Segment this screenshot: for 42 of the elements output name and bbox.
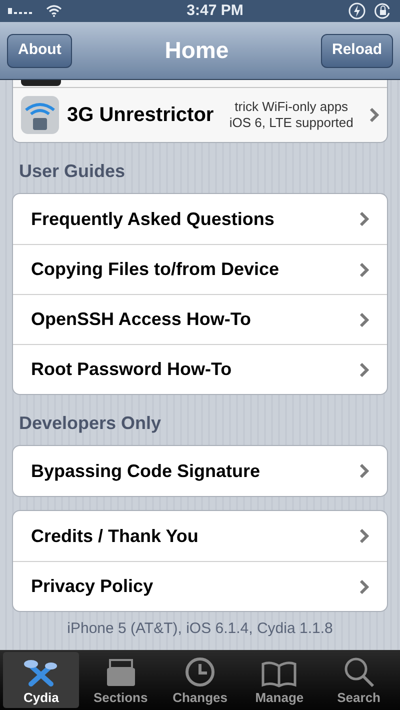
page-title: Home (164, 36, 229, 66)
chevron-icon (369, 108, 379, 122)
cydia-logo-icon (23, 658, 60, 688)
chevron-icon (359, 580, 369, 594)
wifi-icon (46, 5, 62, 17)
app-name: 3G Unrestrictor (67, 103, 214, 128)
chevron-icon (359, 262, 369, 276)
app-icon (21, 80, 61, 86)
tab[interactable]: Changes (162, 652, 238, 708)
list-item[interactable]: Root Password How-To (13, 344, 387, 394)
device-info: iPhone 5 (AT&T), iOS 6.1.4, Cydia 1.1.8 (66, 619, 334, 639)
chevron-icon (359, 312, 369, 326)
list-item[interactable]: Credits / Thank You (13, 511, 387, 561)
reload-button[interactable]: Reload (320, 34, 393, 68)
drawer-icon (104, 658, 137, 688)
list-item[interactable]: Privacy Policy (13, 561, 387, 611)
tab[interactable]: Manage (241, 652, 318, 708)
tab[interactable]: Cydia (3, 652, 80, 708)
about-button[interactable]: About (7, 34, 72, 68)
search-icon (342, 656, 375, 688)
status-time: 3:47 PM (186, 0, 244, 21)
chevron-icon (359, 529, 369, 543)
tab[interactable]: Sections (82, 652, 159, 708)
book-icon (261, 660, 298, 688)
chevron-icon (359, 464, 369, 478)
featured-card[interactable]: 3G Unrestrictor trick WiFi-only apps iOS 6, LTE supported (12, 80, 388, 143)
app-subtitle: iOS 6, LTE supported (229, 115, 354, 131)
clock-icon (184, 656, 216, 688)
list-item[interactable]: Frequently Asked Questions (13, 194, 387, 244)
section-header: Developers Only (19, 412, 162, 435)
list-item[interactable]: OpenSSH Access How-To (13, 294, 387, 344)
wifi-app-icon (21, 96, 59, 134)
list-item[interactable]: Copying Files to/from Device (13, 244, 387, 294)
chevron-icon (359, 212, 369, 226)
signal-icon (8, 7, 34, 15)
section-header: User Guides (19, 160, 126, 183)
app-subtitle: trick WiFi-only apps (234, 99, 348, 115)
chevron-icon (359, 362, 369, 376)
lightning-icon (348, 2, 366, 20)
list-item[interactable]: Bypassing Code Signature (13, 446, 387, 496)
rotation-lock-icon (374, 2, 392, 20)
tab[interactable]: Search (320, 652, 398, 708)
